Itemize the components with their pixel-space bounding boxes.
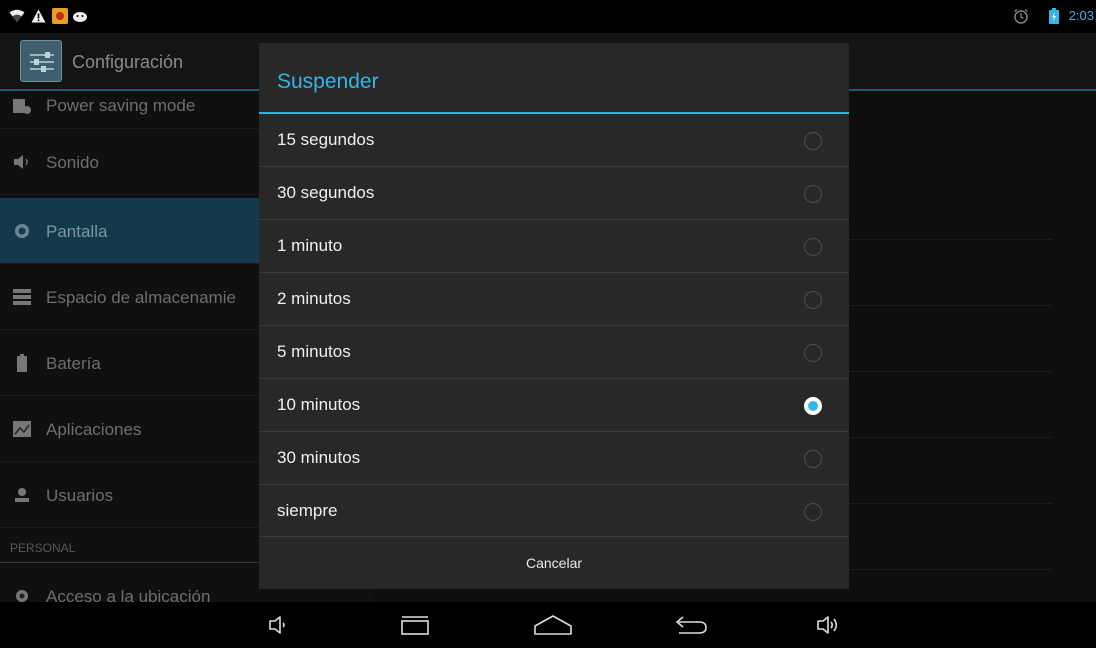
sidebar-item-label: Espacio de almacenamie: [46, 288, 236, 307]
option-30-minutos[interactable]: 30 minutos: [259, 432, 849, 485]
storage-icon: [12, 288, 32, 306]
sidebar-item-label: Pantalla: [46, 222, 108, 241]
option-label: 10 minutos: [277, 395, 361, 414]
battery-icon: [12, 354, 32, 372]
radio-button-checked[interactable]: [804, 397, 822, 415]
sleep-dialog: Suspender 15 segundos 30 segundos 1 minu…: [259, 43, 849, 589]
divider: [842, 305, 1052, 306]
option-15-segundos[interactable]: 15 segundos: [259, 114, 849, 167]
dialog-title: Suspender: [277, 70, 379, 93]
back-icon[interactable]: [670, 611, 710, 639]
location-icon: [12, 587, 32, 602]
sidebar-item-label: Power saving mode: [46, 96, 196, 115]
option-10-minutos[interactable]: 10 minutos: [259, 379, 849, 432]
alarm-icon: [1013, 8, 1029, 24]
recents-icon[interactable]: [395, 611, 435, 639]
divider: [842, 239, 1052, 240]
radio-button[interactable]: [804, 291, 822, 309]
sidebar-item-label: Acceso a la ubicación: [46, 587, 211, 602]
navigation-bar: [0, 602, 1096, 648]
display-icon: [12, 222, 32, 240]
divider: [842, 437, 1052, 438]
option-2-minutos[interactable]: 2 minutos: [259, 273, 849, 326]
divider: [842, 371, 1052, 372]
radio-button[interactable]: [804, 450, 822, 468]
option-label: siempre: [277, 501, 338, 520]
volume-up-icon[interactable]: [808, 611, 848, 639]
android-icon: [72, 8, 88, 24]
radio-button[interactable]: [804, 132, 822, 150]
option-label: 30 minutos: [277, 448, 361, 467]
radio-button[interactable]: [804, 185, 822, 203]
option-label: 2 minutos: [277, 289, 351, 308]
speaker-icon: [12, 153, 32, 171]
apps-icon: [12, 420, 32, 438]
user-icon: [12, 486, 32, 504]
divider: [842, 503, 1052, 504]
volume-down-icon[interactable]: [258, 611, 298, 639]
option-label: 1 minuto: [277, 236, 343, 255]
power-saving-icon: [12, 97, 32, 115]
radio-button[interactable]: [804, 503, 822, 521]
divider: [842, 569, 1052, 570]
section-header-personal: PERSONAL: [10, 541, 76, 555]
sidebar-item-label: Aplicaciones: [46, 420, 142, 439]
status-bar: 2:03: [0, 0, 1096, 33]
option-1-minuto[interactable]: 1 minuto: [259, 220, 849, 273]
sidebar-item-label: Usuarios: [46, 486, 114, 505]
option-30-segundos[interactable]: 30 segundos: [259, 167, 849, 220]
sidebar-item-label: Sonido: [46, 153, 99, 172]
option-label: 15 segundos: [277, 130, 375, 149]
sidebar-item-label: Batería: [46, 354, 101, 373]
radio-button[interactable]: [804, 238, 822, 256]
battery-icon: [1048, 8, 1060, 24]
option-label: 5 minutos: [277, 342, 351, 361]
option-5-minutos[interactable]: 5 minutos: [259, 326, 849, 379]
home-icon[interactable]: [533, 611, 573, 639]
cancel-button[interactable]: Cancelar: [259, 536, 849, 589]
app-notification-icon: [52, 8, 68, 24]
option-siempre[interactable]: siempre: [259, 485, 849, 538]
radio-button[interactable]: [804, 344, 822, 362]
wifi-icon: [8, 8, 26, 24]
warning-icon: [30, 8, 46, 24]
status-time: 2:03: [1068, 8, 1094, 23]
option-label: 30 segundos: [277, 183, 375, 202]
